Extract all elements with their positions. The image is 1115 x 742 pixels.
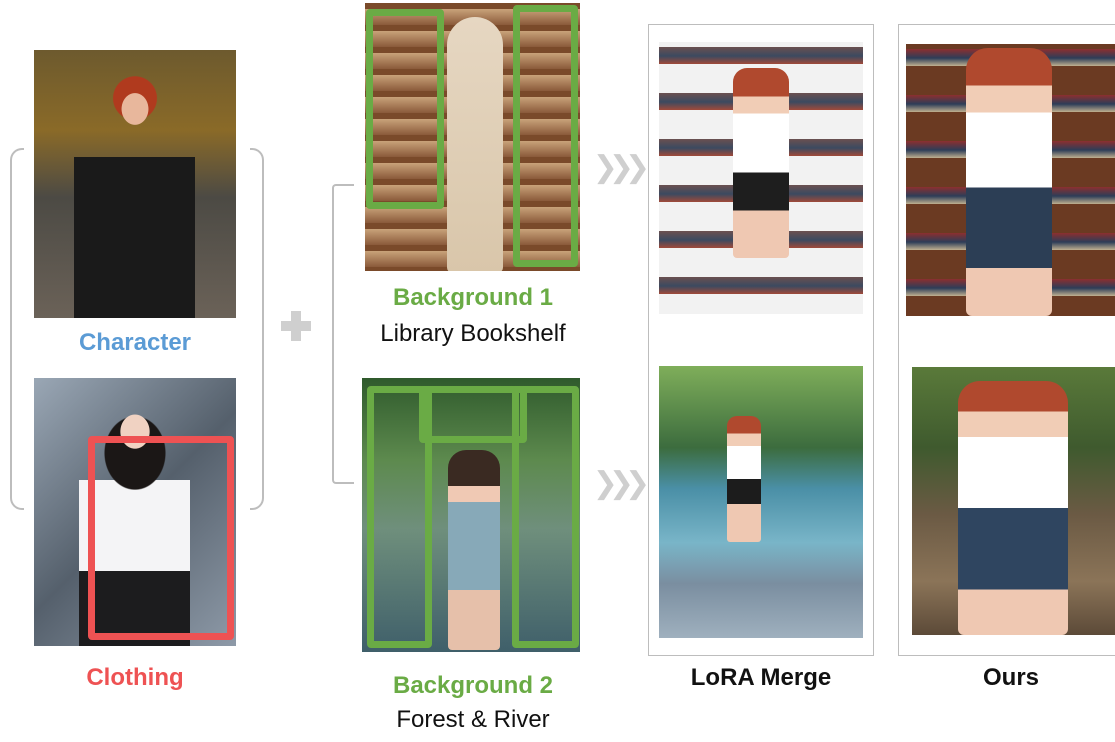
clothing-highlight-box: [88, 436, 234, 640]
ours-library-figure: [966, 48, 1052, 316]
lora-merge-library-figure: [733, 68, 789, 258]
lora-merge-forest-figure: [727, 416, 761, 542]
character-image: [34, 50, 236, 318]
left-bracket: [10, 148, 24, 510]
lora-merge-library-image: [659, 42, 863, 314]
background-2-title: Background 2: [392, 672, 554, 699]
ours-label: Ours: [982, 664, 1039, 691]
background-1-title: Background 1: [392, 284, 554, 311]
ours-library-image: [906, 44, 1115, 316]
lora-merge-label: LoRA Merge: [690, 664, 832, 691]
clothing-label: Clothing: [86, 664, 184, 691]
ours-forest-image: [912, 367, 1115, 635]
background-2-subtitle: Forest & River: [396, 706, 550, 733]
plus-icon: [278, 308, 314, 344]
lora-merge-forest-image: [659, 366, 863, 638]
background-2-box-top: [419, 386, 527, 443]
background-1-box-right: [513, 5, 578, 267]
background-2-figure: [448, 450, 500, 650]
arrow-icon-top: ❯❯❯: [592, 151, 650, 184]
background-2-box-right: [512, 386, 579, 648]
background-1-box-left: [366, 9, 444, 209]
ours-forest-figure: [958, 381, 1068, 635]
background-1-subtitle: Library Bookshelf: [380, 320, 566, 347]
arrow-icon-bottom: ❯❯❯: [592, 467, 650, 500]
character-label: Character: [78, 329, 192, 356]
right-bracket: [250, 148, 264, 510]
background-1-figure: [447, 17, 503, 271]
